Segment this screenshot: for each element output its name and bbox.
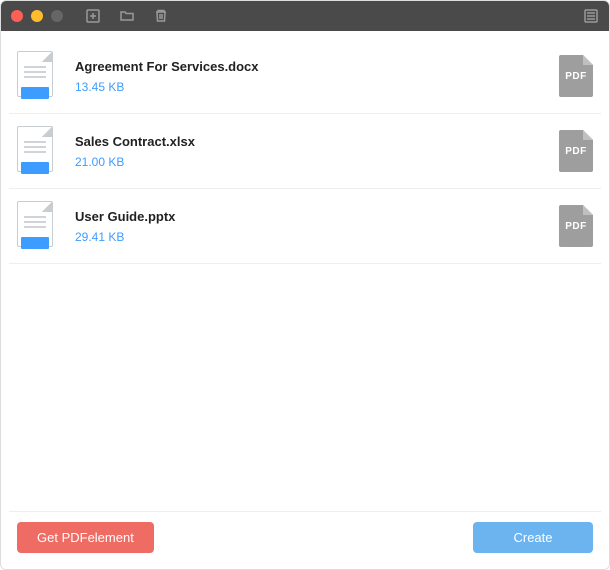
folder-icon[interactable] <box>119 8 135 24</box>
pdf-badge-label: PDF <box>565 221 587 232</box>
toolbar <box>85 8 169 24</box>
document-icon <box>17 51 61 101</box>
file-row[interactable]: Sales Contract.xlsx 21.00 KB PDF <box>9 114 601 189</box>
add-file-icon[interactable] <box>85 8 101 24</box>
window: Agreement For Services.docx 13.45 KB PDF… <box>0 0 610 570</box>
pdf-icon: PDF <box>559 55 593 97</box>
get-pdfelement-button[interactable]: Get PDFelement <box>17 522 154 553</box>
content-area: Agreement For Services.docx 13.45 KB PDF… <box>1 31 609 569</box>
pdf-badge-label: PDF <box>565 146 587 157</box>
titlebar <box>1 1 609 31</box>
close-button[interactable] <box>11 10 23 22</box>
create-button[interactable]: Create <box>473 522 593 553</box>
footer: Get PDFelement Create <box>9 511 601 561</box>
file-row[interactable]: User Guide.pptx 29.41 KB PDF <box>9 189 601 264</box>
traffic-lights <box>11 10 63 22</box>
pdf-badge-label: PDF <box>565 71 587 82</box>
file-info: User Guide.pptx 29.41 KB <box>75 209 545 244</box>
document-icon <box>17 126 61 176</box>
file-info: Sales Contract.xlsx 21.00 KB <box>75 134 545 169</box>
maximize-button[interactable] <box>51 10 63 22</box>
file-name: Agreement For Services.docx <box>75 59 545 74</box>
file-list: Agreement For Services.docx 13.45 KB PDF… <box>9 39 601 511</box>
file-size: 21.00 KB <box>75 155 545 169</box>
file-row[interactable]: Agreement For Services.docx 13.45 KB PDF <box>9 39 601 114</box>
minimize-button[interactable] <box>31 10 43 22</box>
pdf-icon: PDF <box>559 130 593 172</box>
file-size: 13.45 KB <box>75 80 545 94</box>
list-view-icon[interactable] <box>583 8 599 24</box>
file-name: User Guide.pptx <box>75 209 545 224</box>
pdf-icon: PDF <box>559 205 593 247</box>
trash-icon[interactable] <box>153 8 169 24</box>
file-info: Agreement For Services.docx 13.45 KB <box>75 59 545 94</box>
document-icon <box>17 201 61 251</box>
file-name: Sales Contract.xlsx <box>75 134 545 149</box>
file-size: 29.41 KB <box>75 230 545 244</box>
